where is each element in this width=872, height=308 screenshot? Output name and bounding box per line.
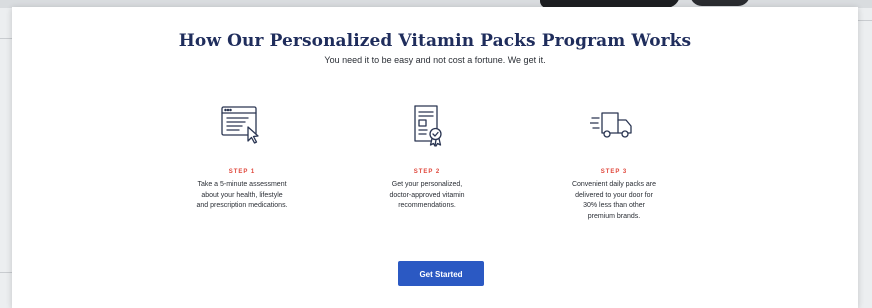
section-subtitle: You need it to be easy and not cost a fo… [324,55,546,65]
step-1: STEP 1 Take a 5-minute assessment about … [162,103,322,212]
delivery-truck-icon [590,112,632,138]
how-it-works-card: How Our Personalized Vitamin Packs Progr… [12,7,858,308]
browser-window-cursor-icon [221,106,259,144]
step-3-label: STEP 3 [600,169,628,175]
section-title: How Our Personalized Vitamin Packs Progr… [178,31,692,51]
step-2-label: STEP 2 [413,169,441,175]
step-2-description: Get your personalized, doctor-approved v… [389,181,465,209]
background-divider [858,20,872,21]
step-3-description: Convenient daily packs are delivered to … [571,181,657,220]
certificate-document-icon [414,105,442,147]
step-1-label: STEP 1 [228,169,256,175]
background-photo-shape [690,0,750,6]
step-2: STEP 2 Get your personalized, doctor-app… [347,103,507,212]
step-3: STEP 3 Convenient daily packs are delive… [534,103,694,222]
step-1-description: Take a 5-minute assessment about your he… [196,181,288,209]
get-started-button[interactable]: Get Started [398,261,484,286]
